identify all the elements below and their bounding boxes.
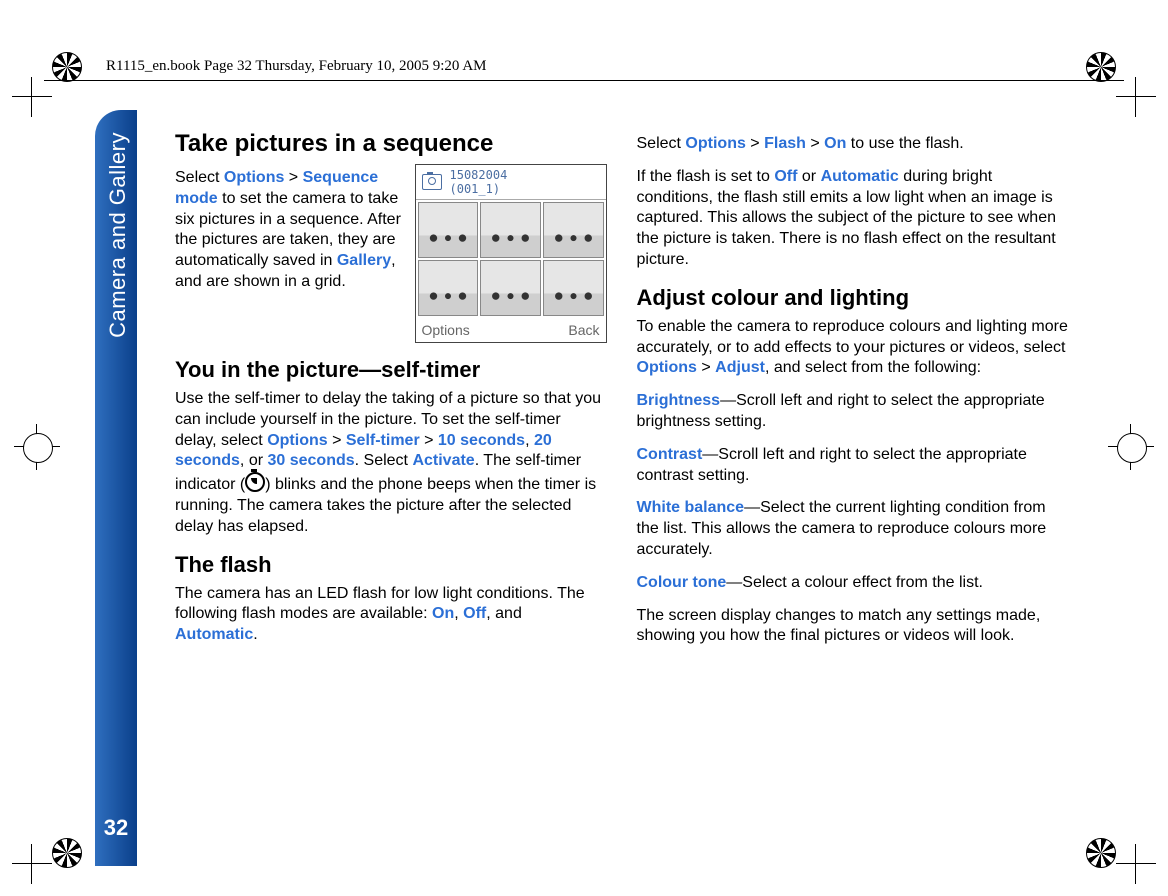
kw-on: On: [824, 135, 846, 152]
thumbnail: [543, 202, 604, 258]
camera-icon: [422, 174, 442, 190]
text: ,: [525, 432, 534, 449]
text: >: [697, 359, 715, 376]
text: .: [253, 626, 257, 643]
crop-mark-icon: [20, 852, 44, 876]
white-balance-line: White balance—Select the current lightin…: [637, 498, 1069, 560]
kw-options: Options: [267, 432, 327, 449]
text: Select: [637, 135, 686, 152]
header-rule: [44, 80, 1124, 81]
thumbnail-grid: [416, 200, 606, 318]
page-number: 32: [95, 815, 137, 841]
thumbnail: [480, 260, 541, 316]
heading-self-timer: You in the picture—self-timer: [175, 357, 607, 383]
text: If the flash is set to: [637, 168, 775, 185]
flash-select-paragraph: Select Options > Flash > On to use the f…: [637, 134, 1069, 155]
registration-mark-icon: [52, 52, 82, 82]
softkey-back: Back: [568, 322, 599, 338]
sequence-paragraph: Select Options > Sequence mode to set th…: [175, 168, 405, 293]
contrast-line: Contrast—Scroll left and right to select…: [637, 445, 1069, 487]
kw-off: Off: [774, 168, 797, 185]
registration-mark-icon: [1086, 52, 1116, 82]
kw-options: Options: [224, 169, 284, 186]
kw-options: Options: [637, 359, 697, 376]
kw-colour-tone: Colour tone: [637, 574, 727, 591]
timer-icon: [245, 472, 265, 492]
text: , and select from the following:: [765, 359, 981, 376]
kw-options: Options: [685, 135, 745, 152]
text: >: [806, 135, 824, 152]
kw-self-timer: Self-timer: [346, 432, 420, 449]
kw-brightness: Brightness: [637, 392, 721, 409]
thumbnail: [418, 260, 479, 316]
crop-mark-icon: [1124, 852, 1148, 876]
section-tab-label: Camera and Gallery: [105, 132, 131, 338]
side-crop-icon: [1114, 430, 1148, 464]
adjust-intro-paragraph: To enable the camera to reproduce colour…: [637, 317, 1069, 379]
kw-off: Off: [463, 605, 486, 622]
text: >: [328, 432, 346, 449]
text: Select: [175, 169, 224, 186]
heading-sequence: Take pictures in a sequence: [175, 130, 607, 158]
kw-adjust: Adjust: [715, 359, 765, 376]
text: >: [746, 135, 764, 152]
heading-flash: The flash: [175, 552, 607, 578]
text: to use the flash.: [846, 135, 963, 152]
thumbnail: [543, 260, 604, 316]
print-header: R1115_en.book Page 32 Thursday, February…: [106, 58, 487, 75]
registration-mark-icon: [1086, 838, 1116, 868]
brightness-line: Brightness—Scroll left and right to sele…: [637, 391, 1069, 433]
kw-10s: 10 seconds: [438, 432, 525, 449]
text: —Select a colour effect from the list.: [726, 574, 983, 591]
kw-activate: Activate: [412, 452, 474, 469]
text: The camera has an LED flash for low ligh…: [175, 585, 585, 623]
left-column: Take pictures in a sequence Select Optio…: [175, 130, 607, 846]
heading-adjust: Adjust colour and lighting: [637, 285, 1069, 311]
text: >: [420, 432, 438, 449]
text: To enable the camera to reproduce colour…: [637, 318, 1068, 356]
adjust-final-paragraph: The screen display changes to match any …: [637, 606, 1069, 648]
phone-screenshot: 15082004 (001_1) Options Back: [415, 164, 607, 343]
flash-paragraph: The camera has an LED flash for low ligh…: [175, 584, 607, 646]
kw-30s: 30 seconds: [267, 452, 354, 469]
colour-tone-line: Colour tone—Select a colour effect from …: [637, 573, 1069, 594]
right-column: Select Options > Flash > On to use the f…: [637, 130, 1069, 846]
softkey-options: Options: [422, 322, 470, 338]
thumbnail: [480, 202, 541, 258]
text: or: [797, 168, 820, 185]
side-crop-icon: [20, 430, 54, 464]
self-timer-paragraph: Use the self-timer to delay the taking o…: [175, 389, 607, 538]
kw-gallery: Gallery: [337, 252, 391, 269]
kw-contrast: Contrast: [637, 446, 703, 463]
kw-automatic: Automatic: [821, 168, 899, 185]
kw-on: On: [432, 605, 454, 622]
text: , or: [240, 452, 268, 469]
shot-id: (001_1): [450, 182, 501, 196]
flash-auto-paragraph: If the flash is set to Off or Automatic …: [637, 167, 1069, 271]
thumbnail: [418, 202, 479, 258]
kw-automatic: Automatic: [175, 626, 253, 643]
text: . Select: [355, 452, 413, 469]
text: >: [284, 169, 302, 186]
kw-white-balance: White balance: [637, 499, 745, 516]
registration-mark-icon: [52, 838, 82, 868]
text: ,: [454, 605, 463, 622]
crop-mark-icon: [1124, 85, 1148, 109]
section-side-bar: Camera and Gallery 32: [95, 110, 137, 866]
shot-date: 15082004: [450, 168, 508, 182]
crop-mark-icon: [20, 85, 44, 109]
kw-flash: Flash: [764, 135, 806, 152]
text: , and: [486, 605, 522, 622]
